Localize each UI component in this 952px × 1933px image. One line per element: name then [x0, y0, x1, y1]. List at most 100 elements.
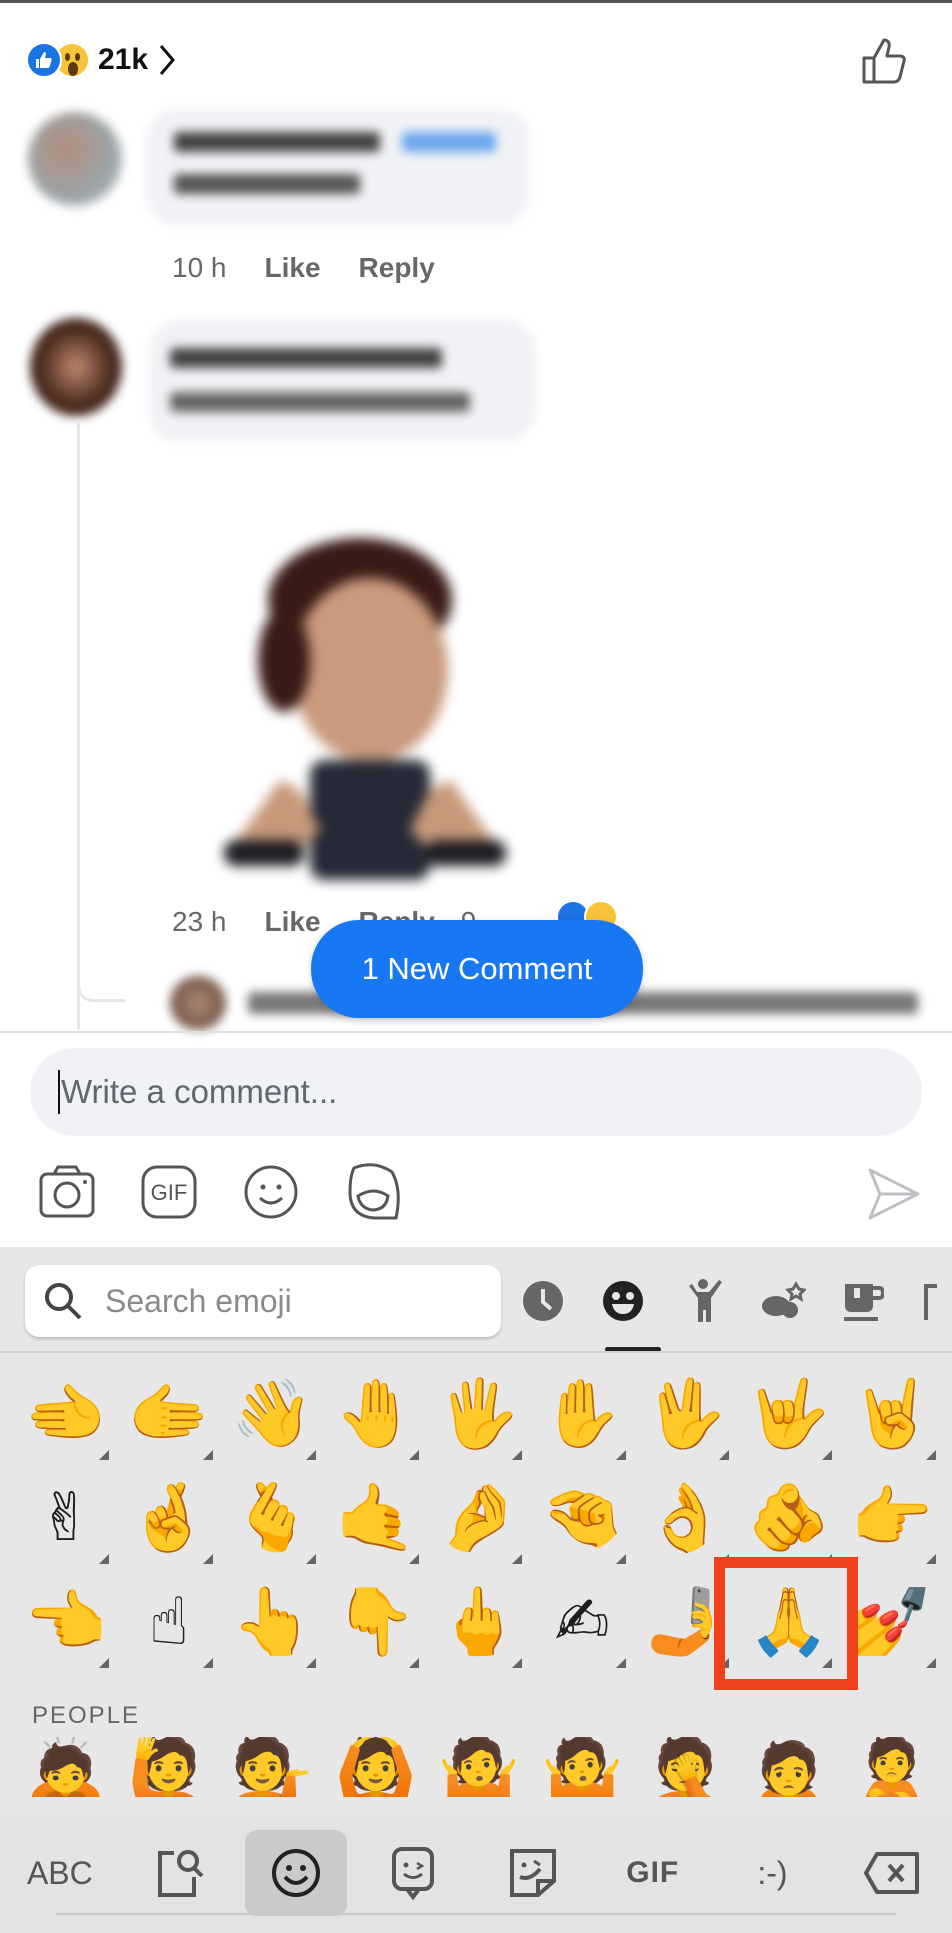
emoji-search-button[interactable]	[120, 1830, 240, 1916]
emoji-key[interactable]: 👋	[221, 1362, 324, 1466]
abc-label: ABC	[26, 1854, 93, 1891]
emoji-key[interactable]: ✍	[530, 1570, 633, 1674]
skin-tone-variant-indicator	[615, 1658, 626, 1668]
skin-tone-variant-indicator	[409, 1450, 420, 1460]
comment-bubble	[146, 108, 530, 226]
emoji-key[interactable]: 🤷	[530, 1737, 633, 1798]
comment-time: 10 h	[172, 252, 227, 283]
emoji-key[interactable]: 👈	[14, 1570, 117, 1674]
emoji-key[interactable]: 💁	[221, 1737, 324, 1798]
backspace-button[interactable]	[832, 1830, 952, 1916]
skin-tone-variant-indicator	[202, 1554, 213, 1564]
sticker-button[interactable]	[473, 1830, 593, 1916]
emoji-key[interactable]: 🖖	[634, 1362, 737, 1466]
clock-icon	[523, 1281, 563, 1321]
emoji-tab-button[interactable]	[245, 1830, 348, 1916]
commenter-avatar[interactable]	[30, 318, 122, 416]
emoji-search-input[interactable]: Search emoji	[25, 1265, 501, 1337]
emoji-key[interactable]: ☝	[117, 1570, 220, 1674]
emoji-key[interactable]: 🙆	[324, 1737, 427, 1798]
avatar-sticker-image[interactable]	[210, 530, 520, 890]
emoji-key[interactable]: 🫵	[737, 1466, 840, 1570]
smiley-icon	[603, 1281, 643, 1321]
emoji-key[interactable]: 🤚	[324, 1362, 427, 1466]
skin-tone-variant-indicator	[409, 1658, 420, 1668]
emoji-key[interactable]: 🤦	[634, 1737, 737, 1798]
skin-tone-variant-indicator	[615, 1554, 626, 1564]
send-icon[interactable]	[866, 1166, 922, 1222]
abc-keyboard-button[interactable]: ABC	[0, 1830, 120, 1916]
tab-more[interactable]	[920, 1278, 940, 1324]
emoji-key[interactable]: 🫱	[117, 1362, 220, 1466]
skin-tone-variant-indicator	[512, 1450, 523, 1460]
emoji-key[interactable]: 🤞	[117, 1466, 220, 1570]
reply-thread-line	[77, 420, 80, 1030]
commenter-avatar[interactable]	[28, 112, 122, 206]
new-comment-button[interactable]: 1 New Comment	[311, 920, 643, 1018]
gif-icon[interactable]: GIF	[140, 1164, 198, 1220]
section-label-people: PEOPLE	[32, 1702, 141, 1729]
emoji-key[interactable]: 🖐	[427, 1362, 530, 1466]
keyboard-separator	[0, 1351, 952, 1353]
people-emoji-row: 🙇 🙋 💁 🙆 🤷 🤷 🤦 🙍 🙎	[14, 1737, 944, 1798]
emoji-key[interactable]: 🫲	[14, 1362, 117, 1466]
like-reaction-icon	[26, 42, 62, 78]
emoticon-button[interactable]: :-)	[713, 1830, 833, 1916]
emoji-key[interactable]: 👆	[221, 1570, 324, 1674]
bitmoji-button[interactable]	[353, 1830, 473, 1916]
comment-like-button[interactable]: Like	[265, 906, 321, 938]
emoji-key[interactable]: 🤙	[324, 1466, 427, 1570]
emoji-key[interactable]: 🤟	[737, 1362, 840, 1466]
like-post-icon[interactable]	[860, 36, 910, 86]
sticker-icon[interactable]	[344, 1162, 402, 1222]
emoji-key[interactable]: 🙋	[117, 1737, 220, 1798]
tab-smileys[interactable]	[600, 1278, 646, 1324]
tab-nature[interactable]	[760, 1278, 806, 1324]
skin-tone-variant-indicator	[305, 1554, 316, 1564]
emoji-key[interactable]: ✋	[530, 1362, 633, 1466]
svg-text:GIF: GIF	[151, 1180, 188, 1205]
emoji-key[interactable]: 🤌	[427, 1466, 530, 1570]
chat-face-icon	[392, 1847, 435, 1900]
gif-keyboard-button[interactable]: GIF	[593, 1830, 713, 1916]
comment-reply-button[interactable]: Reply	[359, 252, 435, 284]
search-sticker-icon	[157, 1850, 203, 1897]
reactions-summary[interactable]: 21k	[26, 40, 176, 80]
emoji-icon[interactable]	[242, 1164, 300, 1220]
gesture-bar	[56, 1913, 896, 1915]
emoji-key[interactable]: 🫰	[221, 1466, 324, 1570]
emoji-key[interactable]: 🤘	[840, 1362, 943, 1466]
status-divider	[0, 0, 952, 3]
emoji-key[interactable]: 🤷	[427, 1737, 530, 1798]
chevron-right-icon[interactable]	[158, 43, 176, 77]
emoji-key[interactable]: 🤏	[530, 1466, 633, 1570]
emoji-key[interactable]: 🙎	[840, 1737, 943, 1798]
tab-people[interactable]	[680, 1278, 726, 1324]
bee-flower-icon	[762, 1281, 806, 1318]
comment-input[interactable]: Write a comment...	[30, 1048, 922, 1136]
skin-tone-variant-indicator	[99, 1554, 110, 1564]
emoji-key[interactable]: 🙍	[737, 1737, 840, 1798]
emoji-key[interactable]: 🖕	[427, 1570, 530, 1674]
tab-food[interactable]	[840, 1278, 886, 1324]
emoji-key[interactable]: ✌	[14, 1466, 117, 1570]
highlighted-emoji-marker	[714, 1557, 858, 1690]
skin-tone-variant-indicator	[305, 1658, 316, 1668]
skin-tone-variant-indicator	[925, 1658, 936, 1668]
camera-icon[interactable]	[38, 1164, 96, 1220]
emoji-key[interactable]: 👌	[634, 1466, 737, 1570]
reply-avatar[interactable]	[170, 976, 226, 1030]
skin-tone-variant-indicator	[99, 1450, 110, 1460]
composer-toolbar: GIF	[38, 1162, 402, 1222]
skin-tone-variant-indicator	[512, 1658, 523, 1668]
comment-like-button[interactable]: Like	[265, 252, 321, 284]
skin-tone-variant-indicator	[512, 1554, 523, 1564]
skin-tone-variant-indicator	[615, 1450, 626, 1460]
emoji-key[interactable]: 👉	[840, 1466, 943, 1570]
emoji-key[interactable]: 👇	[324, 1570, 427, 1674]
more-category-icon	[924, 1284, 937, 1320]
smiley-outline-icon	[272, 1849, 321, 1897]
tab-recent[interactable]	[520, 1278, 566, 1324]
emoji-key[interactable]: 🙇	[14, 1737, 117, 1798]
comment-time: 23 h	[172, 906, 227, 937]
